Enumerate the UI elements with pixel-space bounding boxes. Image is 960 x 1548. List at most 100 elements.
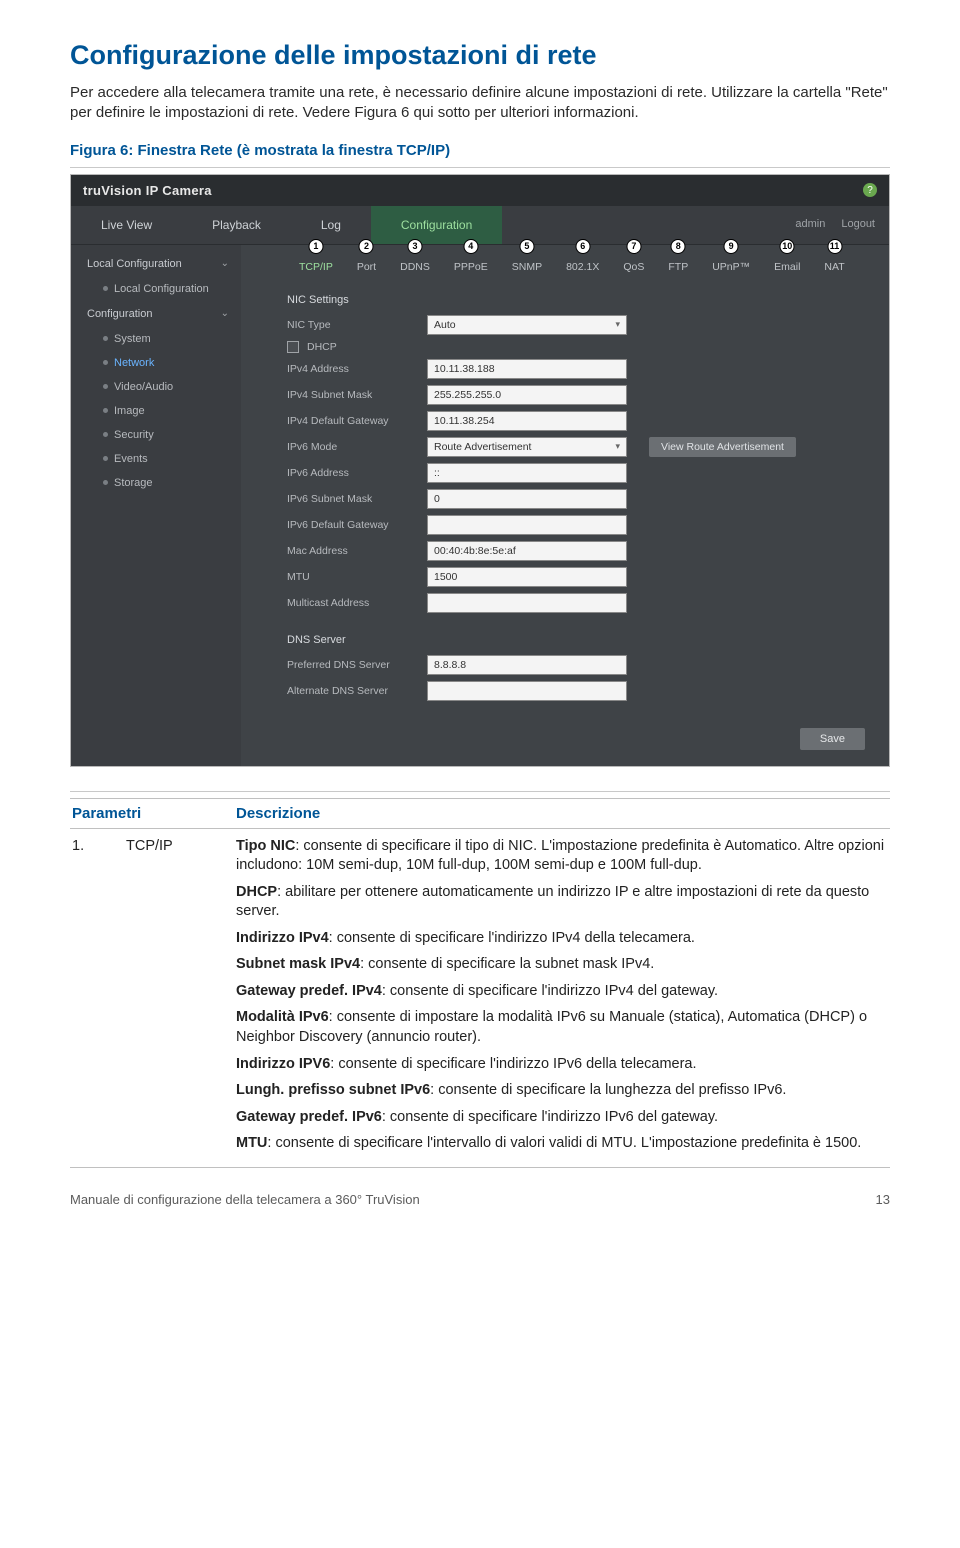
desc-text: : consente di specificare il tipo di NIC… [236, 838, 884, 874]
sidebar-item-label: Local Configuration [114, 283, 209, 295]
ipv4-gateway-input[interactable]: 10.11.38.254 [427, 411, 627, 431]
col-header-description: Descrizione [234, 798, 890, 828]
callout-2: 2 [359, 239, 374, 254]
view-route-advert-button[interactable]: View Route Advertisement [649, 437, 796, 457]
mtu-label: MTU [287, 571, 415, 583]
subtab-email[interactable]: 10Email [762, 253, 812, 280]
chevron-down-icon: ⌄ [221, 258, 229, 269]
save-button[interactable]: Save [800, 728, 865, 750]
subtab-ftp[interactable]: 8FTP [656, 253, 700, 280]
multicast-label: Multicast Address [287, 597, 415, 609]
sidebar-group-configuration[interactable]: Configuration ⌄ [71, 301, 241, 327]
sidebar-item-security[interactable]: Security [71, 423, 241, 447]
ipv4-address-label: IPv4 Address [287, 363, 415, 375]
callout-3: 3 [407, 239, 422, 254]
chevron-down-icon: ⌄ [221, 308, 229, 319]
sidebar-item-storage[interactable]: Storage [71, 471, 241, 495]
sidebar-group-localconfig[interactable]: Local Configuration ⌄ [71, 251, 241, 277]
sidebar-item-label: Security [114, 429, 154, 441]
divider [70, 167, 890, 168]
subtab-label: 802.1X [566, 261, 599, 273]
subtab-port[interactable]: 2Port [345, 253, 388, 280]
tab-live-view[interactable]: Live View [71, 206, 182, 244]
mac-address-input[interactable]: 00:40:4b:8e:5e:af [427, 541, 627, 561]
dhcp-label: DHCP [307, 341, 337, 353]
desc-text: : consente di specificare l'intervallo d… [267, 1135, 861, 1151]
ipv6-gateway-label: IPv6 Default Gateway [287, 519, 415, 531]
sidebar-item-events[interactable]: Events [71, 447, 241, 471]
callout-1: 1 [308, 239, 323, 254]
tab-playback[interactable]: Playback [182, 206, 291, 244]
nav-spacer [502, 206, 785, 244]
ipv6-address-input[interactable]: :: [427, 463, 627, 483]
desc-text: : consente di specificare la subnet mask… [360, 956, 654, 972]
footer-manual-title: Manuale di configurazione della telecame… [70, 1192, 420, 1207]
subtab-label: TCP/IP [299, 261, 333, 273]
brand-logo: truVision IP Camera [83, 183, 212, 198]
page-footer: Manuale di configurazione della telecame… [70, 1192, 890, 1207]
page-title: Configurazione delle impostazioni di ret… [70, 40, 890, 71]
user-label: admin [785, 206, 835, 244]
bullet-icon [103, 336, 108, 341]
row-dhcp: DHCP [259, 338, 871, 356]
alternate-dns-input[interactable] [427, 681, 627, 701]
subtab-pppoe[interactable]: 4PPPoE [442, 253, 500, 280]
desc-text: : consente di specificare l'indirizzo IP… [382, 983, 718, 999]
dhcp-checkbox[interactable] [287, 341, 299, 353]
multicast-input[interactable] [427, 593, 627, 613]
callout-10: 10 [780, 239, 795, 254]
row-description: Tipo NIC: consente di specificare il tip… [234, 828, 890, 1167]
nic-section-label: NIC Settings [259, 286, 871, 312]
subtab-snmp[interactable]: 5SNMP [500, 253, 554, 280]
mtu-input[interactable]: 1500 [427, 567, 627, 587]
callout-6: 6 [575, 239, 590, 254]
sidebar-item-image[interactable]: Image [71, 399, 241, 423]
desc-text: : consente di specificare l'indirizzo IP… [382, 1109, 718, 1125]
subtab-label: FTP [668, 261, 688, 273]
sidebar-item-video-audio[interactable]: Video/Audio [71, 375, 241, 399]
desc-term: Subnet mask IPv4 [236, 956, 360, 972]
desc-text: : abilitare per ottenere automaticamente… [236, 884, 869, 920]
bullet-icon [103, 360, 108, 365]
preferred-dns-input[interactable]: 8.8.8.8 [427, 655, 627, 675]
ipv6-subnet-label: IPv6 Subnet Mask [287, 493, 415, 505]
ipv6-gateway-input[interactable] [427, 515, 627, 535]
nic-type-select[interactable]: Auto [427, 315, 627, 335]
desc-term: Indirizzo IPv4 [236, 930, 329, 946]
footer-page-number: 13 [876, 1192, 890, 1207]
logout-link[interactable]: Logout [835, 206, 889, 244]
ipv6-address-label: IPv6 Address [287, 467, 415, 479]
bullet-icon [103, 480, 108, 485]
subtab-upnp[interactable]: 9UPnP™ [700, 253, 762, 280]
main-panel: 1TCP/IP 2Port 3DDNS 4PPPoE 5SNMP 6802.1X… [241, 245, 889, 766]
bullet-icon [103, 432, 108, 437]
ipv6-mode-select[interactable]: Route Advertisement [427, 437, 627, 457]
ipv6-mode-label: IPv6 Mode [287, 441, 415, 453]
row-nic-type: NIC Type Auto [259, 312, 871, 338]
brand-bar: truVision IP Camera ? [71, 175, 889, 206]
sidebar-item-label: Image [114, 405, 145, 417]
desc-term: Gateway predef. IPv4 [236, 983, 382, 999]
desc-text: : consente di impostare la modalità IPv6… [236, 1009, 867, 1045]
ipv4-subnet-input[interactable]: 255.255.255.0 [427, 385, 627, 405]
sidebar-item-system[interactable]: System [71, 327, 241, 351]
screenshot-panel: truVision IP Camera ? Live View Playback… [70, 174, 890, 767]
callout-11: 11 [827, 239, 842, 254]
mac-address-label: Mac Address [287, 545, 415, 557]
help-icon[interactable]: ? [863, 183, 877, 197]
subtab-label: NAT [824, 261, 844, 273]
ipv4-address-input[interactable]: 10.11.38.188 [427, 359, 627, 379]
sidebar-item-local-configuration[interactable]: Local Configuration [71, 277, 241, 301]
ipv6-subnet-input[interactable]: 0 [427, 489, 627, 509]
tab-log[interactable]: Log [291, 206, 371, 244]
desc-term: MTU [236, 1135, 267, 1151]
subtab-nat[interactable]: 11NAT [812, 253, 856, 280]
subtab-tcpip[interactable]: 1TCP/IP [287, 253, 345, 280]
subtab-8021x[interactable]: 6802.1X [554, 253, 611, 280]
subtab-qos[interactable]: 7QoS [611, 253, 656, 280]
sidebar-item-network[interactable]: Network [71, 351, 241, 375]
tab-configuration[interactable]: Configuration [371, 206, 502, 244]
subtab-label: QoS [623, 261, 644, 273]
sidebar-item-label: Storage [114, 477, 153, 489]
subtab-ddns[interactable]: 3DDNS [388, 253, 442, 280]
